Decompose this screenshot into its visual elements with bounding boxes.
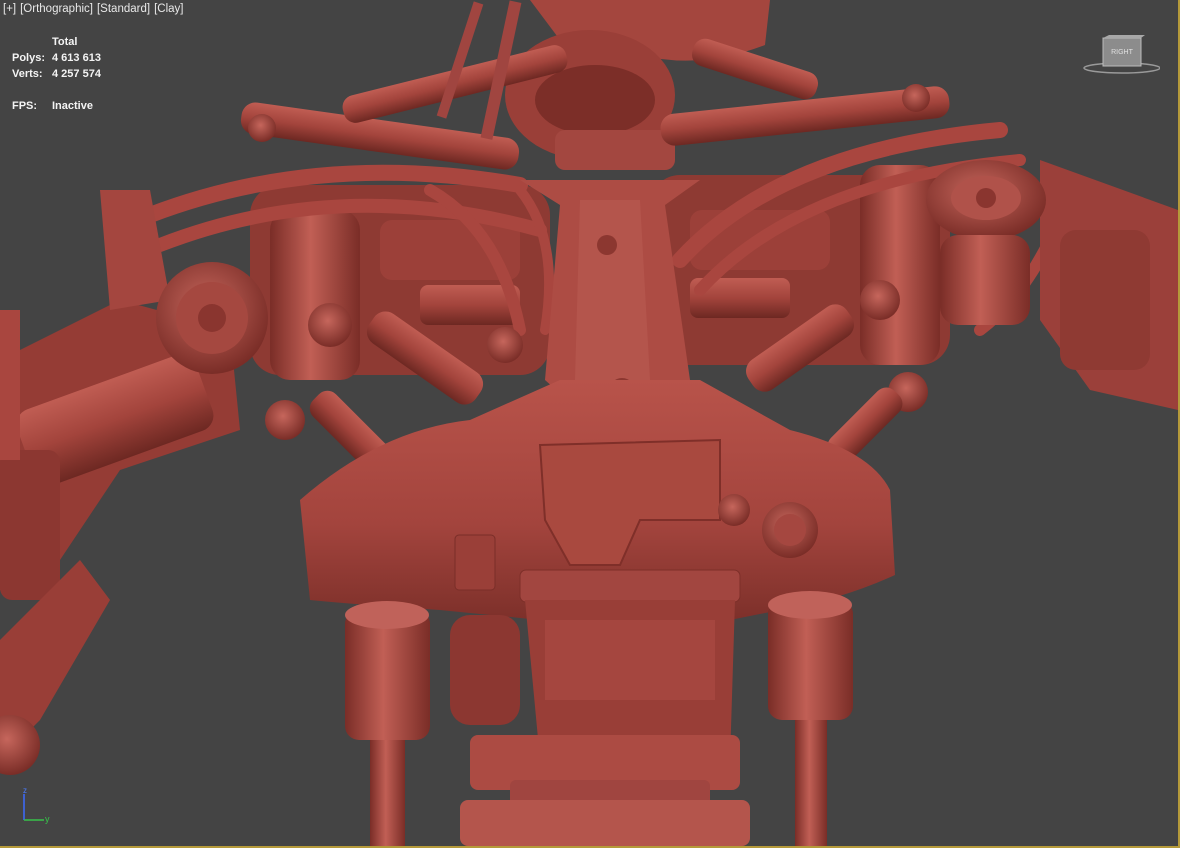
verts-value: 4 257 574 (52, 68, 101, 80)
viewcube-label: RIGHT (1111, 49, 1134, 56)
left-arm (0, 190, 268, 775)
stats-header: Total (52, 36, 78, 48)
viewcube[interactable]: RIGHT (1082, 34, 1160, 76)
polys-value: 4 613 613 (52, 52, 101, 64)
fps-value: Inactive (52, 100, 93, 112)
verts-label: Verts: (12, 68, 43, 80)
right-arm (926, 160, 1178, 410)
z-axis-label: z (23, 786, 27, 795)
polys-label: Polys: (12, 52, 46, 64)
3d-viewport[interactable]: [+] [Orthographic] [Standard] [Clay] Tot… (0, 0, 1180, 848)
robot-torso-model[interactable] (0, 0, 1178, 846)
viewport-menu-shading[interactable]: [Standard] (97, 3, 150, 15)
axis-triad: z y (23, 786, 50, 824)
viewcube-face-top[interactable] (1103, 35, 1145, 38)
viewport-menu-point-of-view[interactable]: [Orthographic] (20, 3, 93, 15)
viewport-menu-style[interactable]: [Clay] (154, 3, 183, 15)
neck-assembly (505, 0, 770, 170)
statistics-overlay: Total Polys: 4 613 613 Verts: 4 257 574 … (12, 34, 101, 114)
fps-label: FPS: (12, 100, 38, 112)
viewport-menu-general[interactable]: [+] (3, 3, 16, 15)
chest-plate (300, 380, 895, 620)
y-axis-label: y (45, 814, 50, 824)
viewport-label-menu: [+] [Orthographic] [Standard] [Clay] (3, 3, 183, 15)
